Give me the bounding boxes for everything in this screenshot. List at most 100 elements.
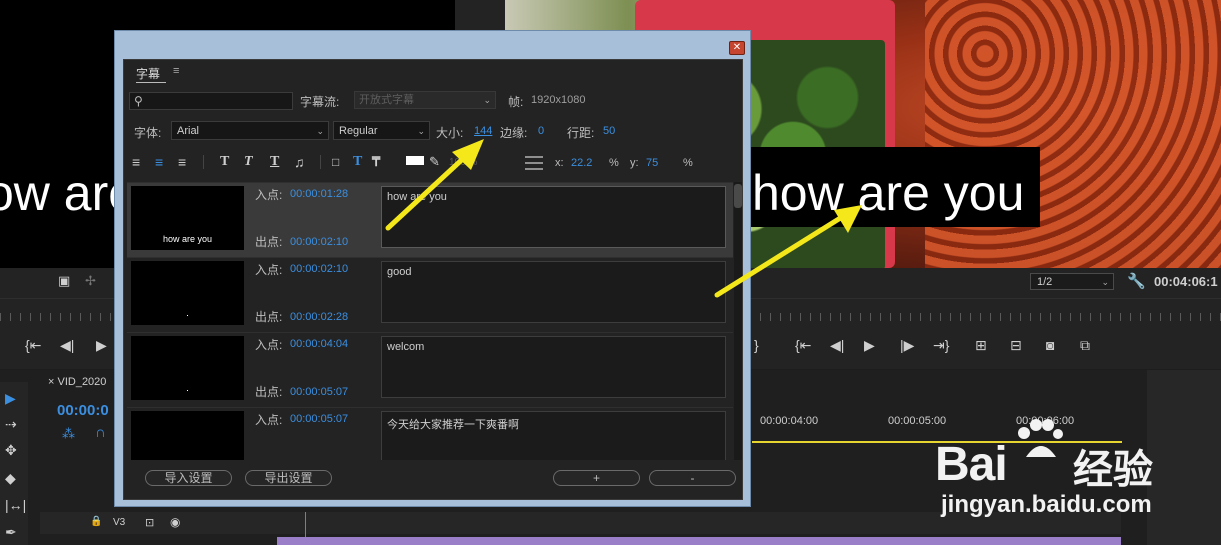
magnet-icon[interactable]: ∩ [95, 424, 106, 441]
align-right-icon[interactable]: ≡ [178, 154, 186, 170]
eye-icon[interactable]: ◉ [170, 515, 180, 529]
window-close-button[interactable]: ✕ [729, 41, 745, 55]
step-back-icon[interactable]: ◀| [60, 337, 74, 354]
in-point-value[interactable]: 00:00:04:04 [290, 338, 348, 350]
chevron-down-icon: ⌄ [417, 126, 425, 136]
underline-icon[interactable]: T [270, 154, 279, 170]
caption-text-field[interactable]: welcom [381, 336, 726, 398]
panel-title: 字幕 [136, 67, 161, 81]
track-select-icon[interactable]: ⇢ [5, 416, 17, 433]
out-point-value[interactable]: 00:00:02:10 [290, 236, 348, 248]
audio-description-icon[interactable]: ♫ [294, 154, 305, 170]
scrollbar-thumb[interactable] [734, 184, 742, 208]
wrench-icon[interactable]: 🔧 [1127, 272, 1146, 290]
marker-icon[interactable]: ▣ [58, 273, 70, 289]
zoom-select[interactable]: 1/2 ⌄ [1030, 273, 1114, 290]
add-caption-button[interactable]: + [553, 470, 640, 486]
caption-row[interactable]: 入点: 00:00:02:10 出点: 00:00:02:28 good [127, 257, 733, 332]
crosshair-icon[interactable]: ✢ [85, 273, 96, 289]
color-swatch[interactable] [406, 156, 424, 165]
compare-icon[interactable]: ⧉ [1080, 337, 1090, 354]
out-point-value[interactable]: 00:00:05:07 [290, 386, 348, 398]
font-label: 字体: [134, 126, 162, 140]
go-to-in-icon-right[interactable]: {⇤ [795, 337, 811, 354]
in-point-value[interactable]: 00:00:01:28 [290, 188, 348, 200]
sequence-tab[interactable]: × VID_2020 [48, 376, 106, 388]
lock-icon[interactable]: 🔒 [90, 516, 102, 527]
camera-icon[interactable]: ◙ [1046, 337, 1054, 353]
size-value[interactable]: 144 [474, 125, 492, 137]
thumbnail-text: how are you [162, 234, 213, 244]
panel-menu-icon[interactable]: ≡ [173, 65, 179, 77]
bold-icon[interactable]: T [220, 154, 229, 170]
extract-icon[interactable]: ⊟ [1010, 337, 1022, 354]
search-input[interactable]: ⚲ [129, 92, 293, 110]
frame-value: 1920x1080 [531, 94, 586, 106]
caption-list-scrollbar[interactable] [734, 182, 742, 460]
play-icon[interactable]: ▶ [96, 337, 107, 354]
ripple-edit-icon[interactable]: ✥ [5, 442, 17, 459]
import-settings-button[interactable]: 导入设置 [145, 470, 232, 486]
caption-row[interactable]: how are you 入点: 00:00:01:28 出点: 00:00:02… [127, 182, 733, 257]
stream-select[interactable]: 开放式字幕 ⌄ [354, 91, 496, 109]
sync-lock-icon[interactable]: ⊡ [145, 516, 154, 529]
timeline-current-time[interactable]: 00:00:0 [57, 402, 109, 419]
remove-caption-button[interactable]: - [649, 470, 736, 486]
slip-icon[interactable]: |↔| [5, 497, 26, 513]
position-grid-icon[interactable] [525, 152, 543, 170]
align-left-icon[interactable]: ≡ [132, 154, 140, 170]
watermark-url: jingyan.baidu.com [941, 491, 1152, 518]
caption-thumbnail [131, 411, 244, 460]
edge-label: 边缘: [500, 126, 528, 140]
in-point-value[interactable]: 00:00:02:10 [290, 263, 348, 275]
out-point-value[interactable]: 00:00:02:28 [290, 311, 348, 323]
text-outline-icon[interactable]: ₸ [372, 154, 380, 170]
background-color-icon[interactable]: □ [332, 155, 339, 169]
edge-value[interactable]: 0 [538, 125, 544, 137]
video-chicken-feet [925, 0, 1221, 268]
ruler-time-1: 00:00:04:00 [760, 415, 819, 427]
x-label: x: [555, 157, 564, 169]
step-forward-icon[interactable]: |▶ [900, 337, 914, 354]
in-point-label: 入点: [255, 188, 283, 202]
caption-thumbnail [131, 336, 244, 400]
y-label: y: [630, 157, 639, 169]
export-settings-button[interactable]: 导出设置 [245, 470, 332, 486]
caption-text-field[interactable]: good [381, 261, 726, 323]
in-point-value[interactable]: 00:00:05:07 [290, 413, 348, 425]
caption-thumbnail [131, 261, 244, 325]
x-value[interactable]: 22.2 [571, 157, 592, 169]
thumbnail-dot [187, 315, 188, 316]
caption-text-field[interactable]: how are you [381, 186, 726, 248]
selection-tool-icon[interactable]: ▶ [5, 390, 16, 407]
caption-row[interactable]: 入点: 00:00:04:04 出点: 00:00:05:07 welcom [127, 332, 733, 407]
pen-icon[interactable]: ✒ [5, 524, 17, 541]
text-color-icon[interactable]: T [353, 154, 362, 170]
program-timecode: 00:04:06:1 [1154, 274, 1218, 289]
line-spacing-value[interactable]: 50 [603, 125, 615, 137]
in-point-label: 入点: [255, 263, 283, 277]
paw-icon [1018, 419, 1063, 457]
snap-icon[interactable]: ⁂ [62, 426, 75, 442]
opacity-value[interactable]: 100 % [449, 157, 477, 168]
razor-icon[interactable]: ◆ [5, 470, 16, 487]
step-back-icon-right[interactable]: ◀| [830, 337, 844, 354]
out-point-label: 出点: [255, 235, 283, 249]
caption-row[interactable]: 入点: 00:00:05:07 出点: 今天给大家推荐一下爽番啊 [127, 407, 733, 460]
italic-icon[interactable]: T [244, 154, 253, 170]
mark-out-icon[interactable]: } [754, 337, 759, 353]
caption-text-field[interactable]: 今天给大家推荐一下爽番啊 [381, 411, 726, 460]
tools-panel: ▶ ⇢ ✥ ◆ |↔| ✒ [0, 382, 28, 545]
font-style-select[interactable]: Regular ⌄ [333, 121, 430, 140]
eyedropper-icon[interactable]: ✎ [429, 154, 440, 170]
go-to-in-icon[interactable]: {⇤ [25, 337, 41, 354]
x-unit: % [609, 157, 619, 169]
out-point-label: 出点: [255, 310, 283, 324]
font-select[interactable]: Arial ⌄ [171, 121, 329, 140]
align-center-icon[interactable]: ≡ [155, 154, 163, 170]
lift-icon[interactable]: ⊞ [975, 337, 987, 354]
subtitle-preview-right: how are you [752, 165, 1025, 221]
play-icon-right[interactable]: ▶ [864, 337, 875, 354]
go-to-out-icon[interactable]: ⇥} [933, 337, 949, 354]
y-value[interactable]: 75 [646, 157, 658, 169]
